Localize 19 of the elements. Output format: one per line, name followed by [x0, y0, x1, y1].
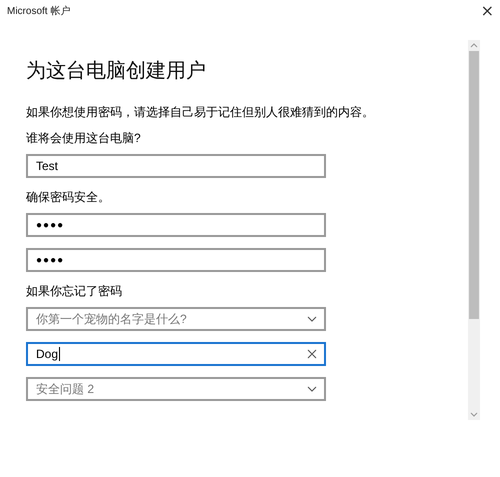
question-dropdown[interactable]: 你第一个宠物的名字是什么?: [26, 307, 326, 331]
field-label: 如果你忘记了密码: [26, 283, 123, 299]
scroll-down-icon[interactable]: [470, 412, 478, 417]
clear-icon[interactable]: [306, 348, 318, 360]
close-button[interactable]: ×: [474, 1, 500, 21]
field-label: 确保密码安全。: [26, 189, 111, 205]
window-title: Microsoft 帐户: [7, 4, 70, 18]
input-field[interactable]: Test: [26, 154, 326, 178]
password-field[interactable]: ●●●●: [26, 213, 326, 237]
scrollbar[interactable]: [468, 40, 480, 420]
scrollbar-thumb[interactable]: [469, 51, 479, 319]
field-label: 谁将会使用这台电脑?: [26, 130, 142, 146]
input-field[interactable]: Dog: [26, 342, 326, 366]
question-dropdown[interactable]: 安全问题 2: [26, 377, 326, 401]
intro-text: 如果你想使用密码，请选择自己易于记住但别人很难猜到的内容。: [26, 104, 375, 120]
page-heading: 为这台电脑创建用户: [26, 59, 207, 84]
password-field[interactable]: ●●●●: [26, 248, 326, 272]
text-cursor: [59, 347, 60, 361]
scroll-up-icon[interactable]: [470, 43, 478, 48]
